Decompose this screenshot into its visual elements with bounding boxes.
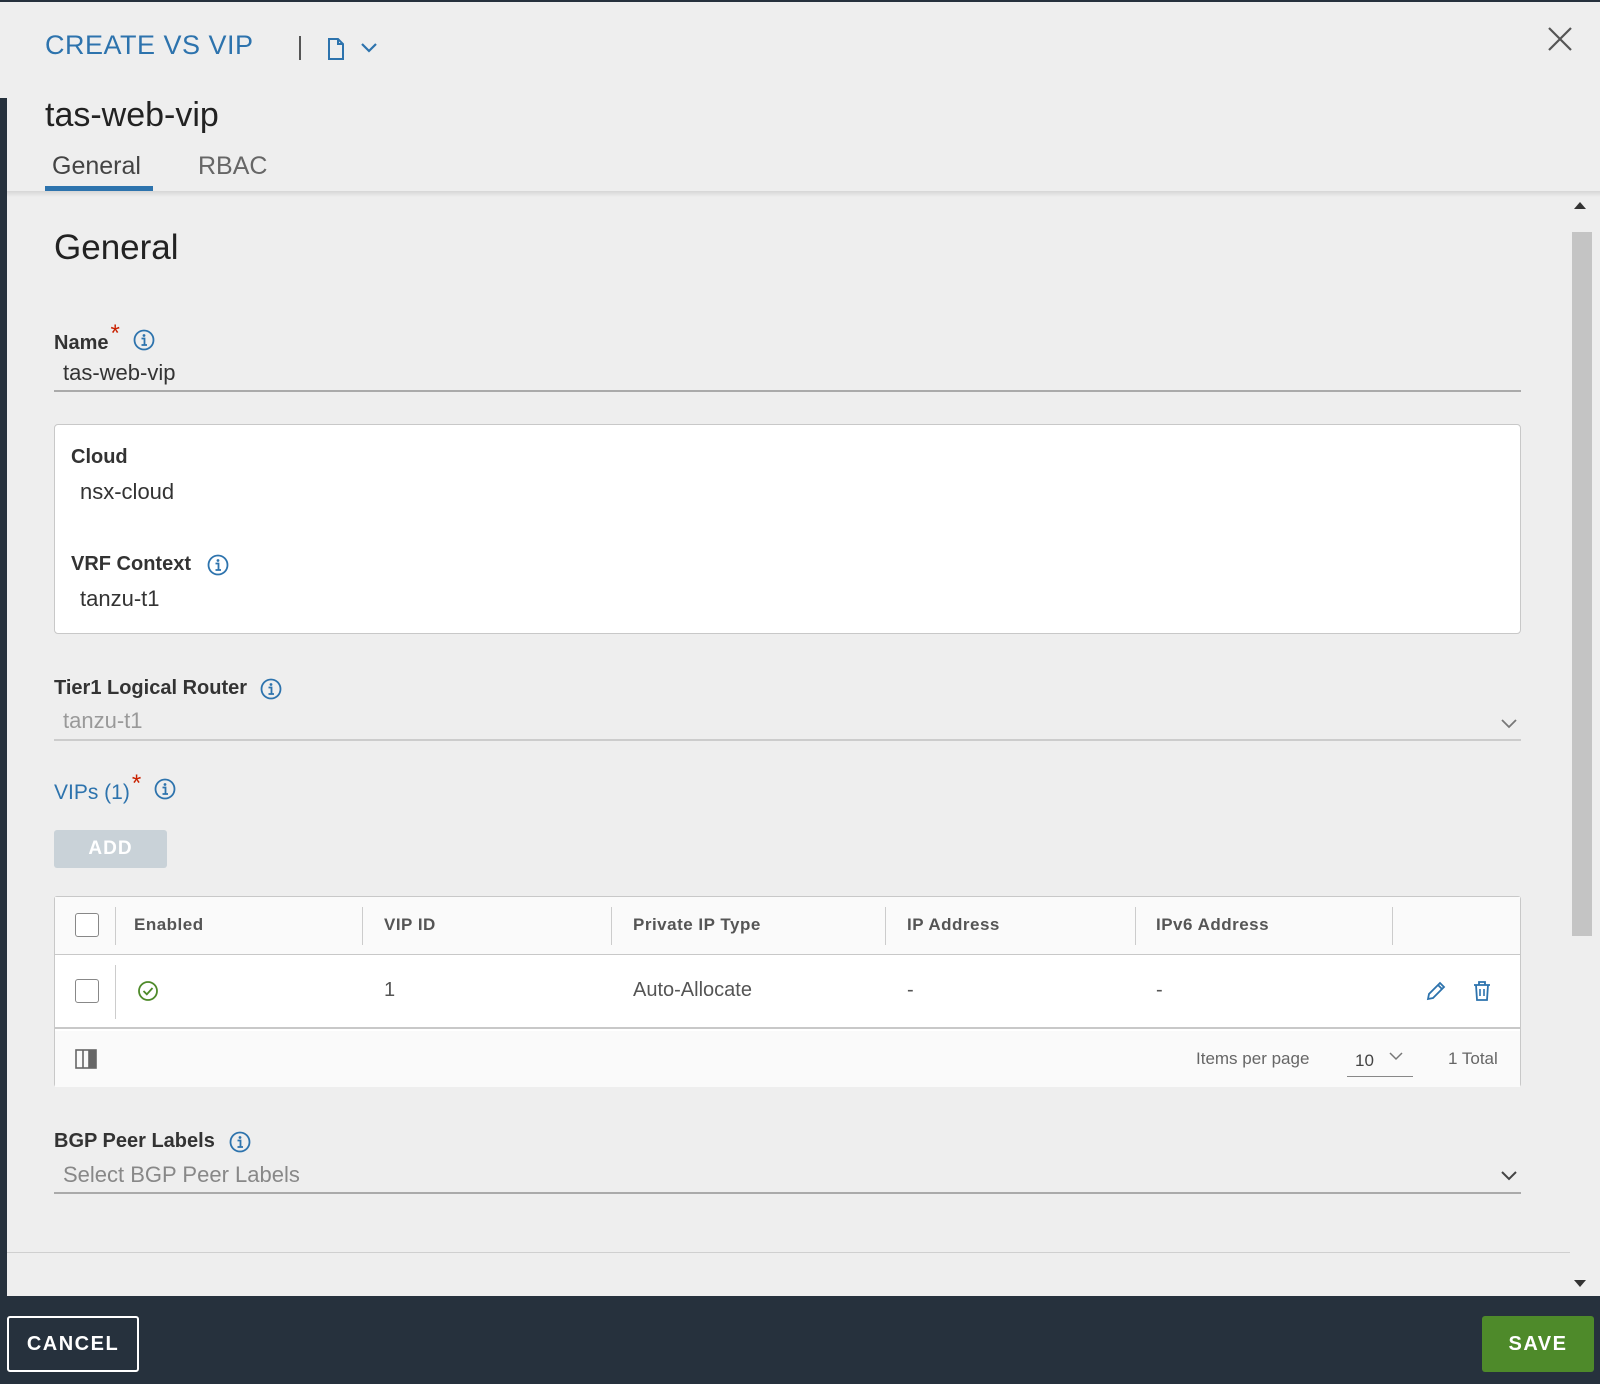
name-label: Name* <box>54 320 120 354</box>
name-input[interactable]: tas-web-vip <box>63 360 175 386</box>
column-header-ipv6-address[interactable]: IPv6 Address <box>1156 915 1269 935</box>
scroll-down-arrow-icon[interactable] <box>1574 1280 1586 1287</box>
name-input-underline <box>54 390 1521 392</box>
column-separator <box>362 907 363 945</box>
modal-left-edge <box>0 98 7 1296</box>
tier1-select-underline <box>54 739 1521 741</box>
required-mark: * <box>110 320 120 347</box>
add-vip-button[interactable]: ADD <box>54 830 167 868</box>
title-separator <box>299 36 301 60</box>
bgp-peer-labels-label: BGP Peer Labels <box>54 1130 215 1152</box>
create-vs-vip-modal: CREATE VS VIP tas-web-vip General RBAC G… <box>0 2 1600 1296</box>
column-header-vip-id[interactable]: VIP ID <box>384 915 436 935</box>
items-per-page-select[interactable]: 10 <box>1347 1041 1413 1077</box>
chevron-down-icon[interactable] <box>360 40 378 56</box>
tab-rbac[interactable]: RBAC <box>198 152 267 181</box>
trash-icon[interactable] <box>1470 979 1494 1003</box>
column-header-ip-address[interactable]: IP Address <box>907 915 1000 935</box>
info-icon[interactable] <box>133 329 155 351</box>
column-separator <box>115 907 116 945</box>
edit-pencil-icon[interactable] <box>1424 979 1448 1003</box>
cell-ip-address: - <box>907 979 914 1001</box>
document-icon[interactable] <box>327 38 345 60</box>
required-mark: * <box>131 770 142 797</box>
total-count: 1 Total <box>1448 1049 1498 1068</box>
cancel-button[interactable]: CANCEL <box>7 1316 139 1372</box>
vips-label: VIPs (1)* <box>54 770 142 804</box>
cloud-value: nsx-cloud <box>80 479 175 504</box>
header-shadow <box>7 191 1600 197</box>
column-separator <box>1135 907 1136 945</box>
vips-grid: Enabled VIP ID Private IP Type IP Addres… <box>54 896 1521 1087</box>
select-all-checkbox[interactable] <box>75 913 99 937</box>
cell-private-ip-type: Auto-Allocate <box>633 979 752 1001</box>
info-icon[interactable] <box>260 678 282 700</box>
check-circle-icon <box>138 981 158 1001</box>
object-name: tas-web-vip <box>45 96 219 134</box>
tier1-router-select[interactable]: tanzu-t1 <box>63 708 143 734</box>
chevron-down-icon[interactable] <box>1500 1170 1518 1182</box>
info-icon[interactable] <box>154 778 176 800</box>
content-divider <box>7 1252 1570 1253</box>
save-button[interactable]: SAVE <box>1482 1316 1594 1372</box>
bgp-select-underline <box>54 1192 1521 1194</box>
table-row: 1 Auto-Allocate - - <box>55 955 1520 1029</box>
vrf-context-label: VRF Context <box>71 553 191 575</box>
column-separator <box>115 965 116 1019</box>
column-separator <box>885 907 886 945</box>
tab-general[interactable]: General <box>52 152 141 181</box>
items-per-page-label: Items per page <box>1196 1049 1310 1068</box>
scrollbar-thumb[interactable] <box>1572 232 1592 936</box>
grid-header: Enabled VIP ID Private IP Type IP Addres… <box>55 897 1520 955</box>
column-separator <box>611 907 612 945</box>
grid-footer: Items per page 10 1 Total <box>55 1031 1520 1087</box>
vrf-context-value: tanzu-t1 <box>80 586 160 611</box>
column-toggle-icon[interactable] <box>75 1049 97 1069</box>
modal-footer: CANCEL SAVE <box>0 1296 1600 1384</box>
chevron-down-icon[interactable] <box>1500 718 1518 730</box>
close-icon[interactable] <box>1545 24 1575 54</box>
column-header-private-ip-type[interactable]: Private IP Type <box>633 915 761 935</box>
tier1-router-label: Tier1 Logical Router <box>54 677 248 699</box>
info-icon[interactable] <box>229 1131 251 1153</box>
scroll-up-arrow-icon[interactable] <box>1574 202 1586 209</box>
column-separator <box>1392 907 1393 945</box>
info-icon[interactable] <box>207 554 229 576</box>
cell-ipv6-address: - <box>1156 979 1163 1001</box>
bgp-peer-labels-select[interactable]: Select BGP Peer Labels <box>63 1162 300 1188</box>
cloud-vrf-box: Cloud nsx-cloud VRF Context tanzu-t1 <box>54 424 1521 634</box>
cell-vip-id: 1 <box>384 979 396 1001</box>
chevron-down-icon <box>1389 1052 1403 1061</box>
column-header-enabled[interactable]: Enabled <box>134 915 204 935</box>
section-title: General <box>54 228 179 267</box>
row-checkbox[interactable] <box>75 979 99 1003</box>
items-per-page-value: 10 <box>1355 1051 1374 1070</box>
modal-title: CREATE VS VIP <box>45 30 254 60</box>
cloud-label: Cloud <box>71 446 128 468</box>
